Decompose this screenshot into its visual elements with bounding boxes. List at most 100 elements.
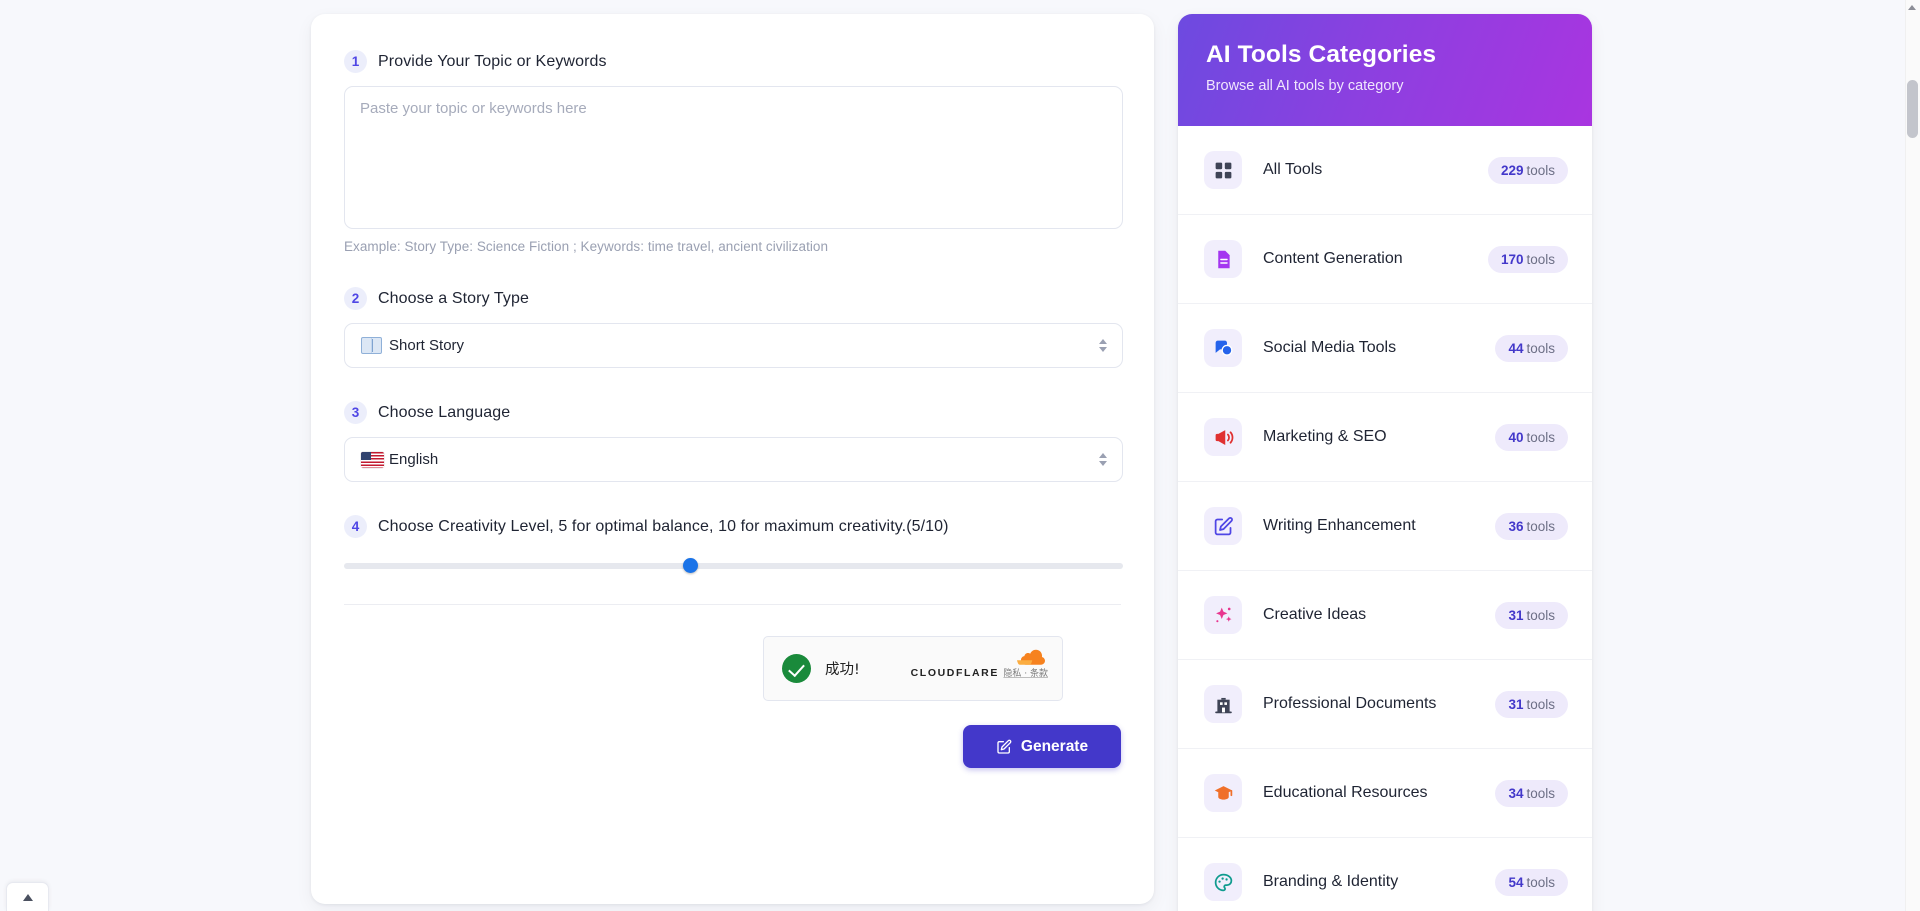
left-empty-pane	[0, 0, 311, 911]
cloudflare-branding: CLOUDFLARE 隐私 · 条款	[910, 649, 1048, 681]
category-count-unit: tools	[1526, 518, 1555, 534]
step-1-header: 1 Provide Your Topic or Keywords	[344, 50, 1121, 73]
category-count: 170	[1500, 251, 1524, 267]
category-icon-wrapper	[1204, 507, 1242, 545]
category-count-unit: tools	[1526, 607, 1555, 623]
palette-icon	[1214, 873, 1232, 891]
category-icon-wrapper	[1204, 863, 1242, 901]
category-count-badge: 170 tools	[1487, 245, 1568, 273]
category-label: All Tools	[1263, 161, 1323, 178]
step-1-number: 1	[344, 50, 367, 73]
cloudflare-wordmark: CLOUDFLARE	[910, 666, 999, 679]
category-label: Professional Documents	[1263, 695, 1437, 712]
step-4-number: 4	[344, 515, 367, 538]
category-count-unit: tools	[1526, 162, 1555, 178]
category-count-badge: 34 tools	[1495, 779, 1568, 807]
page-scrollbar[interactable]	[1905, 0, 1920, 911]
category-item-marketing-seo[interactable]: Marketing & SEO 40 tools	[1178, 393, 1592, 482]
slider-thumb[interactable]	[683, 558, 699, 573]
generate-button[interactable]: Generate	[963, 725, 1121, 768]
category-count-badge: 229 tools	[1487, 156, 1568, 184]
category-count-badge: 44 tools	[1495, 334, 1568, 362]
generate-button-label: Generate	[1020, 737, 1089, 755]
category-count: 31	[1508, 696, 1524, 712]
category-label: Content Generation	[1263, 250, 1403, 267]
creativity-slider[interactable]	[344, 557, 1123, 575]
category-item-social-media-tools[interactable]: Social Media Tools 44 tools	[1178, 304, 1592, 393]
document-icon	[1217, 250, 1230, 268]
category-count: 44	[1508, 340, 1524, 356]
category-count: 36	[1508, 518, 1524, 534]
category-count: 229	[1500, 162, 1524, 178]
category-count-unit: tools	[1526, 429, 1555, 445]
turnstile-status-text: 成功!	[825, 662, 860, 678]
category-count-badge: 36 tools	[1495, 512, 1568, 540]
category-count-unit: tools	[1526, 251, 1555, 267]
chevron-updown-icon	[1098, 451, 1108, 469]
pencil-square-icon	[1214, 516, 1233, 535]
category-icon-wrapper	[1204, 418, 1242, 456]
cloudflare-cloud-icon	[1017, 649, 1045, 665]
category-icon-wrapper	[1204, 685, 1242, 723]
step-3-number: 3	[344, 401, 367, 424]
success-check-icon	[782, 654, 811, 683]
category-count-unit: tools	[1526, 874, 1555, 890]
language-select[interactable]: English	[344, 437, 1123, 482]
collapse-panel-tab[interactable]	[6, 882, 49, 911]
category-icon-wrapper	[1204, 151, 1242, 189]
slider-track	[344, 563, 1123, 569]
step-2-number: 2	[344, 287, 367, 310]
example-hint: Example: Story Type: Science Fiction ; K…	[344, 239, 829, 254]
category-count-unit: tools	[1526, 785, 1555, 801]
categories-title: AI Tools Categories	[1206, 41, 1437, 68]
step-2-header: 2 Choose a Story Type	[344, 287, 1121, 310]
scroll-up-arrow-icon[interactable]	[1908, 5, 1916, 10]
chat-bubbles-icon	[1215, 340, 1232, 356]
category-item-creative-ideas[interactable]: Creative Ideas 31 tools	[1178, 571, 1592, 660]
story-type-select[interactable]: Short Story	[344, 323, 1123, 368]
category-item-writing-enhancement[interactable]: Writing Enhancement 36 tools	[1178, 482, 1592, 571]
scrollbar-thumb[interactable]	[1907, 80, 1918, 138]
story-generator-card: 1 Provide Your Topic or Keywords Example…	[311, 14, 1154, 904]
category-label: Creative Ideas	[1263, 606, 1367, 623]
categories-subtitle: Browse all AI tools by category	[1206, 78, 1404, 94]
open-book-icon	[361, 337, 382, 354]
category-count-badge: 31 tools	[1495, 601, 1568, 629]
category-count-badge: 31 tools	[1495, 690, 1568, 718]
chevron-up-icon	[22, 893, 33, 901]
category-item-content-generation[interactable]: Content Generation 170 tools	[1178, 215, 1592, 304]
app-page: 1 Provide Your Topic or Keywords Example…	[0, 0, 1920, 911]
category-count-unit: tools	[1526, 340, 1555, 356]
category-label: Social Media Tools	[1263, 339, 1397, 356]
sparkles-icon	[1215, 607, 1231, 622]
language-value: English	[389, 451, 439, 468]
category-icon-wrapper	[1204, 240, 1242, 278]
category-item-educational-resources[interactable]: Educational Resources 34 tools	[1178, 749, 1592, 838]
category-icon-wrapper	[1204, 329, 1242, 367]
chevron-updown-icon	[1098, 337, 1108, 355]
category-count: 31	[1508, 607, 1524, 623]
category-count-badge: 54 tools	[1495, 868, 1568, 896]
pencil-square-icon	[997, 739, 1012, 754]
categories-header: AI Tools Categories Browse all AI tools …	[1178, 14, 1592, 126]
grid-icon	[1215, 162, 1231, 178]
step-4-header: 4 Choose Creativity Level, 5 for optimal…	[344, 515, 1121, 538]
step-4-label: Choose Creativity Level, 5 for optimal b…	[378, 517, 949, 535]
category-count-badge: 40 tools	[1495, 423, 1568, 451]
megaphone-icon	[1215, 429, 1233, 445]
story-type-value: Short Story	[389, 337, 465, 354]
graduation-cap-icon	[1214, 785, 1232, 800]
step-3-header: 3 Choose Language	[344, 401, 1121, 424]
category-count-unit: tools	[1526, 696, 1555, 712]
category-item-all-tools[interactable]: All Tools 229 tools	[1178, 126, 1592, 215]
us-flag-icon	[361, 451, 384, 468]
category-icon-wrapper	[1204, 774, 1242, 812]
privacy-terms-links[interactable]: 隐私 · 条款	[1003, 669, 1048, 679]
topic-keywords-input[interactable]	[344, 86, 1123, 229]
ai-tools-categories-panel: AI Tools Categories Browse all AI tools …	[1178, 14, 1592, 911]
category-item-branding-identity[interactable]: Branding & Identity 54 tools	[1178, 838, 1592, 911]
category-icon-wrapper	[1204, 596, 1242, 634]
category-item-professional-documents[interactable]: Professional Documents 31 tools	[1178, 660, 1592, 749]
category-count: 54	[1508, 874, 1524, 890]
cloudflare-turnstile-widget[interactable]: 成功! CLOUDFLARE 隐私 · 条款	[763, 636, 1063, 701]
